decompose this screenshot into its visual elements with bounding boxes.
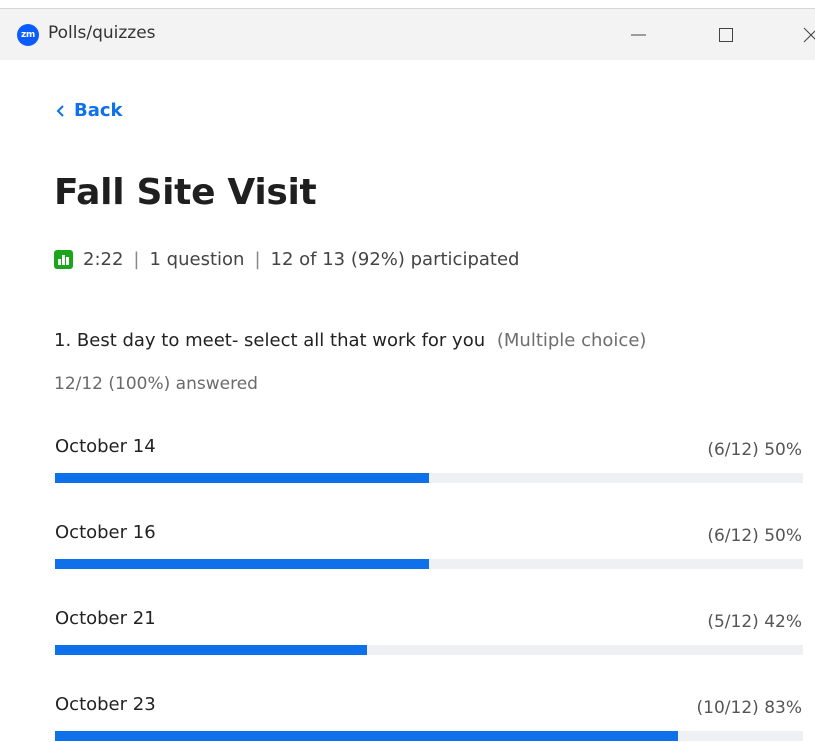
poll-duration: 2:22	[83, 249, 124, 270]
result-bar	[55, 473, 803, 483]
maximize-button[interactable]	[702, 17, 748, 53]
option-result: (10/12) 83%	[696, 698, 802, 718]
poll-meta: 2:22 | 1 question | 12 of 13 (92%) parti…	[54, 249, 519, 270]
answered-count: 12/12 (100%) answered	[54, 374, 258, 394]
polls-window: zm Polls/quizzes Back Fall Site Visit 2:	[0, 0, 815, 742]
option-result: (5/12) 42%	[707, 612, 802, 632]
question-label: 1. Best day to meet- select all that wor…	[54, 330, 486, 351]
question-count: 1 question	[149, 249, 245, 270]
separator: |	[254, 249, 261, 270]
result-bar-fill	[55, 645, 367, 655]
result-bar-fill	[55, 559, 429, 569]
poll-option: October 21 (5/12) 42%	[55, 608, 815, 668]
separator: |	[133, 249, 140, 270]
minimize-icon	[631, 34, 646, 36]
chevron-left-icon	[56, 104, 64, 117]
result-bar	[55, 731, 803, 741]
option-label: October 16	[55, 522, 156, 543]
minimize-button[interactable]	[614, 17, 660, 53]
participation: 12 of 13 (92%) participated	[270, 249, 520, 270]
close-icon	[803, 27, 815, 43]
result-bar-fill	[55, 473, 429, 483]
question-text: 1. Best day to meet- select all that wor…	[54, 330, 646, 351]
title-bar[interactable]: zm Polls/quizzes	[0, 8, 815, 60]
result-bar	[55, 559, 803, 569]
poll-option: October 14 (6/12) 50%	[55, 436, 815, 496]
option-label: October 14	[55, 436, 156, 457]
result-bar-fill	[55, 731, 679, 741]
option-result: (6/12) 50%	[707, 440, 802, 460]
question-type: (Multiple choice)	[496, 330, 647, 351]
option-result: (6/12) 50%	[707, 526, 802, 546]
result-bar	[55, 645, 803, 655]
poll-option: October 16 (6/12) 50%	[55, 522, 815, 582]
option-label: October 23	[55, 694, 156, 715]
back-button[interactable]: Back	[56, 100, 123, 121]
poll-title: Fall Site Visit	[54, 172, 317, 213]
zoom-logo-icon: zm	[17, 24, 39, 46]
maximize-icon	[719, 28, 733, 42]
poll-option: October 23 (10/12) 83%	[55, 694, 815, 742]
close-button[interactable]	[788, 17, 815, 53]
back-label: Back	[74, 100, 123, 121]
poll-chart-icon	[54, 250, 73, 269]
window-title: Polls/quizzes	[48, 23, 156, 43]
option-label: October 21	[55, 608, 156, 629]
